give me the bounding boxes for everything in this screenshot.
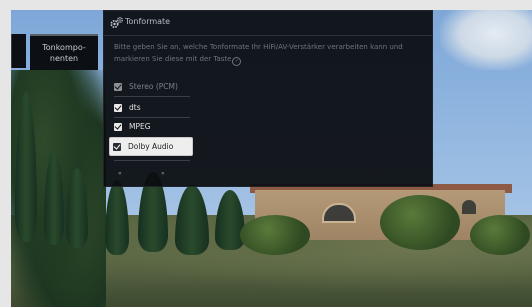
checkbox-checked[interactable] (114, 122, 122, 131)
checkbox-checked[interactable] (114, 82, 122, 91)
cloud (440, 10, 532, 70)
frame-border-top (0, 0, 532, 10)
option-label: Stereo (PCM) (129, 82, 178, 91)
ok-key-icon: ✓ (232, 57, 242, 66)
option-dolby-audio[interactable]: Dolby Audio (110, 138, 192, 155)
menu-back-strip[interactable] (11, 34, 26, 68)
checkbox-checked[interactable] (113, 142, 121, 151)
option-label: dts (129, 103, 141, 112)
checkbox-checked[interactable] (114, 103, 122, 112)
menu-tab-tonkomponenten[interactable]: Tonkompo- nenten (30, 34, 98, 70)
menu-tab-label: Tonkompo- nenten (42, 43, 86, 63)
page-prev-icon[interactable]: « (118, 170, 132, 178)
bush (240, 215, 310, 255)
option-dts[interactable]: dts (111, 99, 191, 116)
dialog-instruction: Bitte geben Sie an, welche Tonformate Ih… (114, 41, 424, 66)
page-next-icon[interactable]: » (161, 170, 175, 178)
frame-border-left (0, 0, 11, 307)
window (462, 200, 476, 214)
option-label: MPEG (129, 122, 151, 131)
divider (114, 160, 190, 161)
dialog-title: Tonformate (125, 17, 171, 26)
dialog-header: Tonformate (104, 11, 432, 36)
divider (114, 96, 190, 97)
tonformate-dialog: Tonformate Bitte geben Sie an, welche To… (103, 10, 433, 187)
instruction-text: Bitte geben Sie an, welche Tonformate Ih… (114, 43, 403, 63)
option-label: Dolby Audio (128, 142, 174, 151)
gears-icon (110, 17, 123, 29)
option-mpeg[interactable]: MPEG (111, 118, 191, 135)
bush (380, 195, 460, 250)
bush (470, 215, 530, 255)
option-stereo-pcm[interactable]: Stereo (PCM) (111, 78, 191, 95)
